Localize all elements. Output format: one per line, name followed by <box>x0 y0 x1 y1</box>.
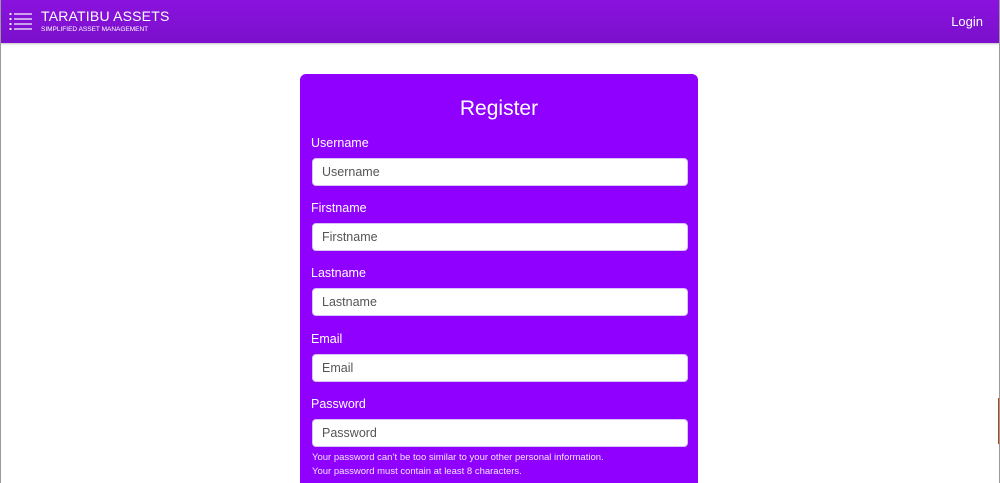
register-title: Register <box>459 97 539 120</box>
password-input[interactable] <box>312 419 688 447</box>
email-input[interactable] <box>312 354 688 382</box>
lastname-input[interactable] <box>312 288 688 316</box>
password-help-length: Your password must contain at least 8 ch… <box>312 466 522 477</box>
password-label: Password <box>311 397 366 411</box>
brand-logo[interactable]: TARATIBU ASSETS SIMPLIFIED ASSET MANAGEM… <box>41 9 170 34</box>
browser-viewport: TARATIBU ASSETS SIMPLIFIED ASSET MANAGEM… <box>0 0 1000 483</box>
password-help-similarity: Your password can’t be too similar to yo… <box>312 452 604 463</box>
email-label: Email <box>311 332 343 346</box>
firstname-label: Firstname <box>311 201 367 215</box>
username-label: Username <box>311 136 369 150</box>
hamburger-menu-icon[interactable] <box>9 12 33 31</box>
top-navbar: TARATIBU ASSETS SIMPLIFIED ASSET MANAGEM… <box>1 0 999 43</box>
brand-title: TARATIBU ASSETS <box>41 8 170 24</box>
login-link[interactable]: Login <box>951 14 983 29</box>
brand-subtitle: SIMPLIFIED ASSET MANAGEMENT <box>41 26 149 33</box>
lastname-label: Lastname <box>311 266 366 280</box>
username-input[interactable] <box>312 158 688 186</box>
firstname-input[interactable] <box>312 223 688 251</box>
